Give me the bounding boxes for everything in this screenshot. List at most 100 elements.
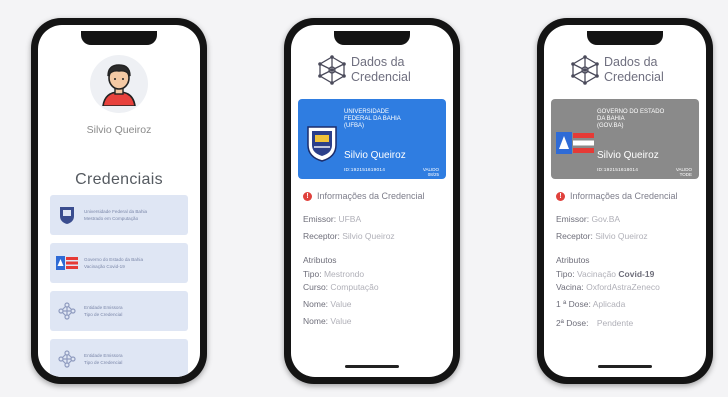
- bahia-flag-icon: [556, 132, 594, 154]
- credential-issuer: Entidade Emissora: [84, 353, 123, 358]
- credential-type: Mestrado em Computação: [84, 216, 139, 221]
- field-label: Tipo:: [303, 269, 322, 279]
- card-validity: VALIDO 08/25: [423, 167, 439, 177]
- phone-screen: Dados da Credencial GOVERNO DO ESTADO DA…: [544, 25, 706, 377]
- header-line: Credencial: [351, 70, 411, 84]
- emissor-row: Emissor: UFBA: [303, 214, 361, 224]
- section-label: Atributos: [556, 255, 590, 265]
- receptor-row: Receptor: Silvio Queiroz: [556, 231, 648, 241]
- field-label: Curso:: [303, 282, 329, 292]
- field-value: Aplicada: [592, 299, 626, 309]
- attr-row: Nome: Value: [303, 299, 352, 309]
- phone-screen: Silvio Queiroz Credenciais Universidade …: [38, 25, 200, 377]
- card-issuer-line: GOVERNO DO ESTADO: [597, 109, 665, 115]
- field-label: Emissor:: [556, 214, 590, 224]
- info-icon: !: [556, 191, 565, 201]
- header-title: Dados da Credencial: [351, 55, 411, 85]
- card-issuer-line: DA BAHIA: [597, 116, 625, 122]
- field-value-emphasis: Covid-19: [618, 269, 655, 279]
- phone-credential-details-govba: Dados da Credencial GOVERNO DO ESTADO DA…: [537, 18, 713, 384]
- field-value: Value: [330, 299, 352, 309]
- ufba-crest-icon: [307, 126, 337, 162]
- network-icon: [56, 348, 78, 370]
- card-issuer-line: (UFBA): [344, 123, 364, 129]
- emissor-row: Emissor: Gov.BA: [556, 214, 620, 224]
- field-value: Pendente: [596, 318, 634, 328]
- header-line: Dados da: [604, 55, 658, 69]
- card-id: ID:192151618014: [597, 168, 639, 173]
- field-value: OxfordAstraZeneco: [586, 282, 660, 292]
- info-title: Informações da Credencial: [317, 191, 425, 201]
- field-label: Vacina:: [556, 282, 584, 292]
- user-name: Silvio Queiroz: [86, 124, 152, 136]
- dose2-row: 2ª Dose: Pendente: [556, 318, 633, 328]
- credential-item-generic[interactable]: Entidade Emissora Tipo de Credencial: [50, 339, 188, 377]
- info-section-header: ! Informações da Credencial: [303, 191, 425, 201]
- header-line: Credencial: [604, 70, 664, 84]
- field-value: Silvio Queiroz: [595, 231, 648, 241]
- avatar[interactable]: [90, 55, 148, 113]
- header: Dados da Credencial: [544, 51, 706, 95]
- attr-row: Curso: Computação: [303, 282, 379, 292]
- card-id: ID:192151619014: [344, 168, 386, 173]
- attr-row: Nome: Value: [303, 316, 352, 326]
- credential-item-govba[interactable]: Governo do Estado da Bahia Vacinação Cov…: [50, 243, 188, 283]
- field-value: Value: [330, 316, 352, 326]
- field-label: Nome:: [303, 299, 329, 309]
- page-title: Credenciais: [75, 171, 163, 188]
- field-value: Mestrondo: [323, 269, 365, 279]
- user-avatar-icon: [102, 64, 136, 106]
- field-value: Gov.BA: [591, 214, 621, 224]
- vacina-row: Vacina: OxfordAstraZeneco: [556, 282, 660, 292]
- info-title: Informações da Credencial: [570, 191, 678, 201]
- attr-row: Tipo: Mestrondo: [303, 269, 364, 279]
- field-label: Receptor:: [303, 231, 340, 241]
- credential-type: Vacinação Covid-19: [84, 264, 125, 269]
- credential-card[interactable]: UNIVERSIDADE FEDERAL DA BAHIA (UFBA) Sil…: [298, 99, 446, 179]
- credential-card[interactable]: GOVERNO DO ESTADO DA BAHIA (GOV.BA) Silv…: [551, 99, 699, 179]
- network-icon: [56, 300, 78, 322]
- field-label: 1 ª Dose:: [556, 299, 591, 309]
- phone-notch: [587, 31, 663, 45]
- card-issuer-line: FEDERAL DA BAHIA: [344, 116, 401, 122]
- card-validity-date: TODE: [679, 172, 692, 177]
- field-label: Receptor:: [556, 231, 593, 241]
- phone-credential-details-ufba: Dados da Credencial UNIVERSIDADE FEDERAL…: [284, 18, 460, 384]
- card-issuer-line: (GOV.BA): [597, 123, 624, 129]
- atributos-label: Atributos: [556, 255, 590, 265]
- header-title: Dados da Credencial: [604, 55, 664, 85]
- header: Dados da Credencial: [291, 51, 453, 95]
- card-issuer: GOVERNO DO ESTADO DA BAHIA (GOV.BA): [597, 109, 664, 130]
- field-label: 2ª Dose:: [556, 318, 589, 328]
- phone-screen: Dados da Credencial UNIVERSIDADE FEDERAL…: [291, 25, 453, 377]
- ufba-crest-icon: [56, 204, 78, 226]
- card-holder-name: Silvio Queiroz: [597, 150, 659, 161]
- field-value: UFBA: [338, 214, 362, 224]
- field-label: Nome:: [303, 316, 329, 326]
- network-logo-icon: [318, 55, 346, 85]
- home-indicator: [598, 365, 652, 368]
- info-icon: !: [303, 191, 312, 201]
- phone-notch: [81, 31, 157, 45]
- phone-credentials-list: Silvio Queiroz Credenciais Universidade …: [31, 18, 207, 384]
- credential-type: Tipo de Credencial: [84, 312, 123, 317]
- info-section-header: ! Informações da Credencial: [556, 191, 678, 201]
- credential-type: Tipo de Credencial: [84, 360, 123, 365]
- credential-issuer: Universidade Federal da Bahia: [84, 209, 148, 214]
- field-label: Emissor:: [303, 214, 337, 224]
- card-holder-name: Silvio Queiroz: [344, 150, 406, 161]
- credential-item-ufba[interactable]: Universidade Federal da Bahia Mestrado e…: [50, 195, 188, 235]
- header-line: Dados da: [351, 55, 405, 69]
- dose1-row: 1 ª Dose: Aplicada: [556, 299, 625, 309]
- atributos-label: Atributos: [303, 255, 337, 265]
- phone-notch: [334, 31, 410, 45]
- card-validity: VALIDO TODE: [676, 167, 692, 177]
- field-value: Computação: [330, 282, 379, 292]
- receptor-row: Receptor: Silvio Queiroz: [303, 231, 395, 241]
- section-label: Atributos: [303, 255, 337, 265]
- network-logo-icon: [571, 55, 599, 85]
- credential-item-generic[interactable]: Entidade Emissora Tipo de Credencial: [50, 291, 188, 331]
- field-value: Silvio Queiroz: [342, 231, 395, 241]
- credential-issuer: Governo do Estado da Bahia: [84, 257, 143, 262]
- card-issuer: UNIVERSIDADE FEDERAL DA BAHIA (UFBA): [344, 109, 401, 130]
